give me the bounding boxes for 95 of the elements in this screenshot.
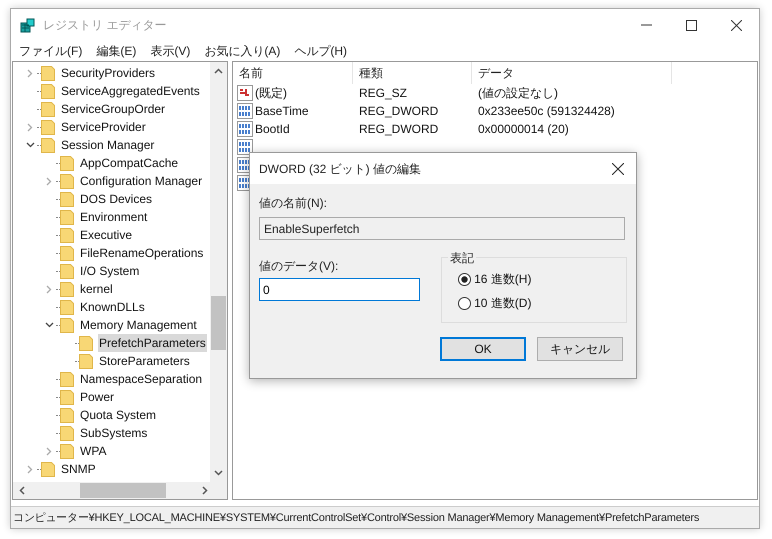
value-data: 0x00000014 (20) bbox=[478, 122, 569, 136]
column-header[interactable]: 種類 bbox=[353, 62, 472, 84]
scrollbar-thumb[interactable] bbox=[80, 483, 166, 498]
tree-item[interactable]: PrefetchParameters bbox=[98, 334, 207, 352]
value-data: (値の設定なし) bbox=[478, 86, 558, 100]
scrollbar-thumb[interactable] bbox=[211, 296, 226, 350]
tree-item[interactable]: Configuration Manager bbox=[79, 172, 204, 190]
value-type: REG_DWORD bbox=[359, 104, 438, 118]
folder-icon bbox=[41, 101, 55, 117]
value-name-field: EnableSuperfetch bbox=[259, 217, 625, 240]
folder-icon bbox=[41, 65, 55, 81]
vertical-scrollbar[interactable] bbox=[210, 62, 227, 482]
value-data: 0x233ee50c (591324428) bbox=[478, 104, 615, 118]
string-value-icon bbox=[237, 85, 253, 101]
field-label: 値のデータ(V): bbox=[259, 258, 340, 275]
folder-icon bbox=[60, 443, 74, 459]
folder-icon bbox=[79, 353, 93, 369]
tree-item[interactable]: KnownDLLs bbox=[79, 298, 146, 316]
scroll-down-icon[interactable] bbox=[214, 470, 223, 476]
tree-item[interactable]: ServiceProvider bbox=[60, 118, 147, 136]
radio-label[interactable]: 16 進数(H) bbox=[474, 270, 532, 288]
scroll-right-icon[interactable] bbox=[202, 486, 208, 495]
horizontal-scrollbar[interactable] bbox=[13, 482, 227, 499]
tree-item[interactable]: WPA bbox=[79, 442, 108, 460]
field-label: 値の名前(N): bbox=[259, 195, 328, 212]
folder-icon bbox=[60, 173, 74, 189]
collapse-chevron-icon[interactable] bbox=[26, 142, 34, 148]
tree-item[interactable]: Session Manager bbox=[60, 136, 156, 154]
registry-cubes-icon bbox=[19, 16, 37, 34]
value-type: REG_SZ bbox=[359, 86, 408, 100]
folder-icon bbox=[60, 425, 74, 441]
binary-value-icon bbox=[237, 121, 253, 137]
tree-item[interactable]: Power bbox=[79, 388, 116, 406]
tree-item[interactable]: Quota System bbox=[79, 406, 158, 424]
folder-icon bbox=[41, 83, 55, 99]
column-header[interactable]: 名前 bbox=[233, 62, 353, 84]
tree-item[interactable]: SNMP bbox=[60, 460, 97, 478]
folder-icon bbox=[60, 191, 74, 207]
folder-icon bbox=[60, 209, 74, 225]
tree-item[interactable]: SubSystems bbox=[79, 424, 148, 442]
value-name[interactable]: BootId bbox=[255, 120, 290, 138]
folder-icon bbox=[60, 281, 74, 297]
binary-value-icon bbox=[237, 103, 253, 119]
folder-icon bbox=[60, 299, 74, 315]
scroll-left-icon[interactable] bbox=[19, 486, 25, 495]
tree-item[interactable]: Environment bbox=[79, 208, 148, 226]
folder-icon bbox=[60, 371, 74, 387]
radio-button[interactable] bbox=[458, 272, 472, 286]
tree-item[interactable]: ServiceGroupOrder bbox=[60, 100, 166, 118]
tree-item[interactable]: StoreParameters bbox=[98, 352, 191, 370]
column-header[interactable]: データ bbox=[472, 62, 672, 84]
tree-item[interactable]: I/O System bbox=[79, 262, 140, 280]
close-icon bbox=[731, 20, 742, 30]
menu-item[interactable]: お気に入り(A) bbox=[204, 42, 280, 60]
close-icon bbox=[612, 162, 624, 174]
folder-icon bbox=[60, 227, 74, 243]
collapse-chevron-icon[interactable] bbox=[44, 322, 54, 328]
menu-item[interactable]: ヘルプ(H) bbox=[294, 42, 347, 60]
maximize-icon bbox=[686, 20, 697, 30]
value-type: REG_DWORD bbox=[359, 122, 438, 136]
tree-item[interactable]: AppCompatCache bbox=[79, 154, 180, 172]
minimize-icon bbox=[641, 24, 652, 26]
folder-icon bbox=[60, 317, 74, 333]
value-name[interactable]: (既定) bbox=[255, 84, 287, 102]
cancel-button[interactable]: キャンセル bbox=[537, 337, 623, 361]
dialog-title: DWORD (32 ビット) 値の編集 bbox=[259, 160, 421, 178]
group-label: 表記 bbox=[448, 249, 476, 267]
folder-icon bbox=[60, 245, 74, 261]
tree-item[interactable]: SecurityProviders bbox=[60, 64, 156, 82]
tree-item[interactable]: Executive bbox=[79, 226, 134, 244]
window-title: レジストリ エディター bbox=[43, 17, 166, 34]
tree-item[interactable]: DOS Devices bbox=[79, 190, 154, 208]
radio-label[interactable]: 10 進数(D) bbox=[474, 294, 532, 312]
tree-item[interactable]: FileRenameOperations bbox=[79, 244, 204, 262]
status-path: コンピューター¥HKEY_LOCAL_MACHINE¥SYSTEM¥CurrentControlSet¥Control¥Session Manager¥Memory Management¥PrefetchParameters bbox=[13, 510, 700, 524]
tree-item[interactable]: ServiceAggregatedEvents bbox=[60, 82, 201, 100]
value-data-input[interactable]: 0 bbox=[259, 278, 420, 301]
folder-icon bbox=[60, 263, 74, 279]
folder-icon bbox=[41, 119, 55, 135]
folder-icon bbox=[60, 389, 74, 405]
folder-icon bbox=[60, 407, 74, 423]
folder-icon bbox=[79, 335, 93, 351]
folder-icon bbox=[41, 461, 55, 477]
value-name[interactable]: BaseTime bbox=[255, 102, 309, 120]
folder-icon bbox=[41, 137, 55, 153]
menu-item[interactable]: ファイル(F) bbox=[19, 42, 82, 60]
tree-item[interactable]: kernel bbox=[79, 280, 114, 298]
menu-item[interactable]: 編集(E) bbox=[96, 42, 136, 60]
menu-item[interactable]: 表示(V) bbox=[150, 42, 190, 60]
scroll-up-icon[interactable] bbox=[214, 68, 223, 74]
tree-item[interactable]: Memory Management bbox=[79, 316, 198, 334]
folder-icon bbox=[60, 155, 74, 171]
tree-item[interactable]: NamespaceSeparation bbox=[79, 370, 204, 388]
ok-button[interactable]: OK bbox=[440, 337, 526, 361]
radio-button[interactable] bbox=[458, 296, 472, 310]
